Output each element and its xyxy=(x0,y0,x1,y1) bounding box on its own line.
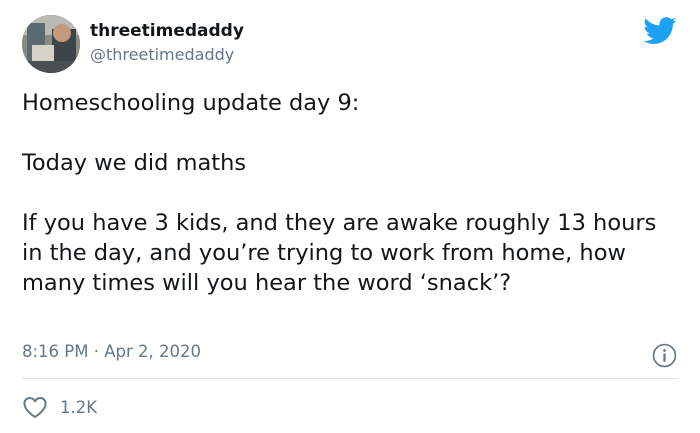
avatar-image xyxy=(22,15,80,73)
info-icon[interactable] xyxy=(652,343,677,368)
divider xyxy=(22,378,678,379)
like-button[interactable]: 1.2K xyxy=(22,394,97,420)
tweet-date: Apr 2, 2020 xyxy=(104,342,202,361)
tweet-paragraph: Homeschooling update day 9: xyxy=(22,90,360,116)
avatar[interactable] xyxy=(22,15,80,73)
user-handle[interactable]: @threetimedaddy xyxy=(90,45,234,64)
tweet-timestamp[interactable]: 8:16 PM · Apr 2, 2020 xyxy=(22,342,201,361)
like-count: 1.2K xyxy=(60,397,98,417)
tweet-card: threetimedaddy @threetimedaddy Homeschoo… xyxy=(0,0,700,433)
tweet-paragraph: Today we did maths xyxy=(22,150,247,176)
tweet-time: 8:16 PM xyxy=(22,342,89,361)
twitter-bird-icon[interactable] xyxy=(643,17,677,45)
heart-icon xyxy=(23,397,47,418)
tweet-text: Homeschooling update day 9: Today we did… xyxy=(22,88,662,298)
timestamp-separator: · xyxy=(93,342,99,361)
display-name[interactable]: threetimedaddy xyxy=(90,21,244,41)
tweet-paragraph: If you have 3 kids, and they are awake r… xyxy=(22,210,657,296)
